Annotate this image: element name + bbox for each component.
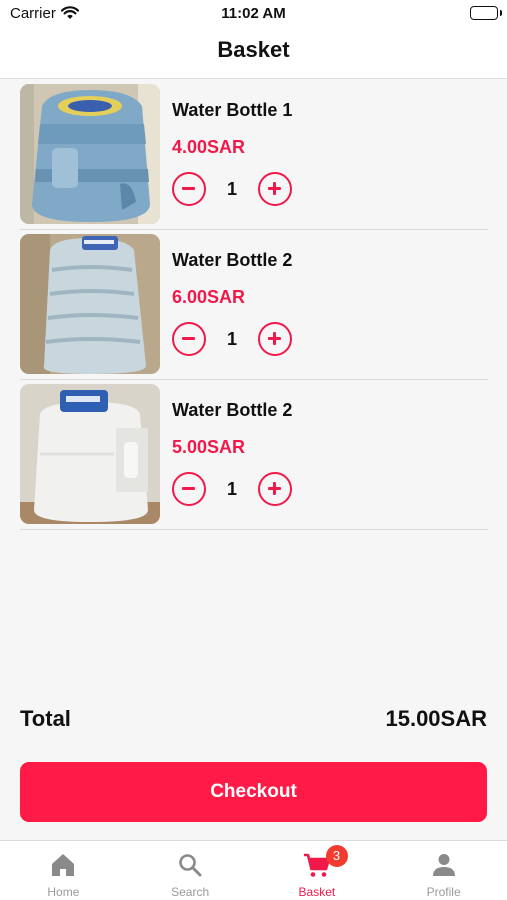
basket-item[interactable]: Water Bottle 1 4.00SAR 1 <box>20 80 488 230</box>
increase-quantity-button[interactable] <box>258 172 292 206</box>
basket-item[interactable]: Water Bottle 2 5.00SAR 1 <box>20 380 488 530</box>
item-price: 4.00SAR <box>172 137 246 157</box>
person-icon <box>430 851 458 879</box>
item-price: 5.00SAR <box>172 437 246 457</box>
clock-label: 11:02 AM <box>221 5 286 22</box>
tab-bar: Home Search 3 Basket Profile <box>0 840 507 900</box>
checkout-button[interactable]: Checkout <box>20 762 487 822</box>
decrease-quantity-button[interactable] <box>172 172 206 206</box>
cart-count-badge: 3 <box>325 845 348 867</box>
product-image-white-container <box>20 384 160 524</box>
total-label: Total <box>20 706 71 731</box>
item-name: Water Bottle 2 <box>172 250 293 270</box>
quantity-value: 1 <box>226 479 237 499</box>
nav-header: Basket <box>0 28 507 79</box>
home-icon <box>49 851 77 879</box>
decrease-quantity-button[interactable] <box>172 322 206 356</box>
tab-label: Search <box>171 885 210 899</box>
item-price: 6.00SAR <box>172 287 246 307</box>
increase-quantity-button[interactable] <box>258 472 292 506</box>
basket-list: Water Bottle 1 4.00SAR 1 Water Bottle 2 … <box>20 80 488 530</box>
basket-item[interactable]: Water Bottle 2 6.00SAR 1 <box>20 230 488 380</box>
quantity-value: 1 <box>226 329 237 349</box>
product-image-water-jug <box>20 84 160 224</box>
tab-basket[interactable]: 3 Basket <box>254 841 381 900</box>
product-image-clear-bottle <box>20 234 160 374</box>
tab-label: Basket <box>298 885 336 899</box>
page-title: Basket <box>217 37 290 62</box>
tab-label: Home <box>47 885 80 899</box>
decrease-quantity-button[interactable] <box>172 472 206 506</box>
total-value: 15.00SAR <box>385 706 487 731</box>
battery-icon <box>470 6 498 20</box>
increase-quantity-button[interactable] <box>258 322 292 356</box>
quantity-value: 1 <box>226 179 237 199</box>
tab-home[interactable]: Home <box>0 841 127 900</box>
tab-search[interactable]: Search <box>127 841 254 900</box>
search-icon <box>176 851 204 879</box>
item-name: Water Bottle 2 <box>172 400 293 420</box>
item-name: Water Bottle 1 <box>172 100 293 120</box>
tab-profile[interactable]: Profile <box>380 841 507 900</box>
status-bar: Carrier 11:02 AM <box>0 0 507 28</box>
tab-label: Profile <box>426 885 461 899</box>
